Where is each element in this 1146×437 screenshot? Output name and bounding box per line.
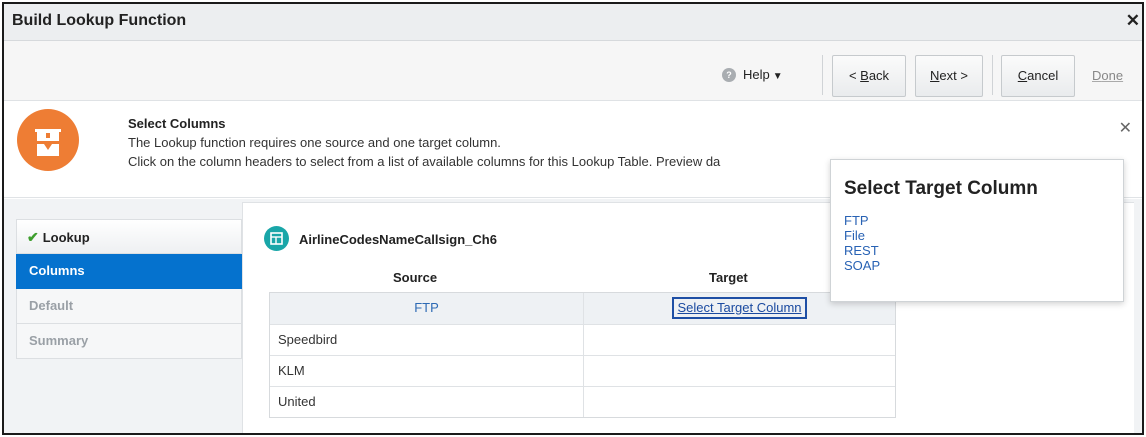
step-label: Lookup: [42, 230, 90, 245]
step-summary[interactable]: Summary: [16, 324, 242, 359]
target-cell: [583, 387, 895, 417]
option-rest[interactable]: REST: [844, 243, 880, 258]
source-column-selector[interactable]: FTP: [270, 293, 583, 324]
graduate-badge-icon: [17, 109, 79, 171]
help-icon: ?: [722, 68, 736, 82]
target-column-options: FTP File REST SOAP: [844, 213, 880, 273]
table-row: United: [270, 386, 895, 417]
option-ftp[interactable]: FTP: [844, 213, 880, 228]
table-row: Speedbird: [270, 324, 895, 355]
dialog-close-icon[interactable]: ✕: [1126, 11, 1140, 31]
checkmark-icon: ✔: [27, 229, 39, 245]
target-column-label: Select Target Column: [672, 297, 807, 319]
source-cell: United: [278, 394, 316, 409]
done-rest: one: [1101, 68, 1124, 83]
source-column-heading: Source: [393, 270, 438, 285]
help-label: Help: [743, 67, 770, 82]
source-cell: KLM: [278, 363, 305, 378]
next-accel: N: [930, 68, 940, 83]
step-label: Columns: [29, 263, 85, 278]
info-close-icon[interactable]: ✕: [1119, 118, 1132, 138]
build-lookup-dialog: Build Lookup Function ✕ ? Help ▼ < Back N…: [2, 2, 1144, 435]
back-accel: B: [860, 68, 869, 83]
wizard-toolbar: ? Help ▼ < Back Next > Cancel Done: [4, 41, 1142, 101]
cancel-rest: ancel: [1027, 68, 1059, 83]
back-button[interactable]: < Back: [832, 55, 906, 97]
table-row: KLM: [270, 355, 895, 386]
source-column-label: FTP: [414, 300, 439, 315]
caret-down-icon: ▼: [772, 71, 783, 82]
step-columns[interactable]: Columns: [16, 254, 242, 289]
next-button[interactable]: Next >: [915, 55, 983, 97]
step-lookup[interactable]: ✔ Lookup: [16, 219, 242, 254]
option-soap[interactable]: SOAP: [844, 258, 880, 273]
source-cell: Speedbird: [278, 332, 338, 347]
help-menu-button[interactable]: Help ▼: [743, 67, 783, 82]
popup-title: Select Target Column: [844, 178, 1038, 199]
column-header-row: FTP Select Target Column: [270, 293, 895, 324]
info-text-instructions: Click on the column headers to select fr…: [128, 154, 721, 169]
wizard-steps: ✔ Lookup Columns Default Summary: [16, 219, 242, 359]
step-label: Default: [29, 298, 74, 313]
cancel-button[interactable]: Cancel: [1001, 55, 1075, 97]
info-text-requirement: The Lookup function requires one source …: [128, 135, 501, 150]
target-cell: [583, 325, 895, 355]
lookup-table-name: AirlineCodesNameCallsign_Ch6: [299, 232, 497, 247]
step-label: Summary: [29, 333, 89, 348]
step-default[interactable]: Default: [16, 289, 242, 324]
select-target-column-popup: Select Target Column FTP File REST SOAP: [830, 159, 1124, 302]
table-icon: [264, 226, 289, 251]
lookup-table-grid: FTP Select Target Column Speedbird KLM U…: [269, 292, 896, 418]
target-column-heading: Target: [709, 270, 748, 285]
done-accel: D: [1092, 68, 1102, 83]
dialog-titlebar: Build Lookup Function ✕: [4, 4, 1142, 41]
next-rest: ext >: [939, 68, 968, 83]
back-prefix: <: [848, 68, 861, 83]
toolbar-divider: [992, 55, 993, 95]
cancel-accel: C: [1017, 68, 1028, 83]
done-button[interactable]: Done: [1092, 68, 1123, 83]
dialog-title: Build Lookup Function: [12, 12, 187, 29]
back-rest: ack: [868, 68, 890, 83]
option-file[interactable]: File: [844, 228, 880, 243]
target-cell: [583, 356, 895, 386]
toolbar-divider: [822, 55, 823, 95]
info-title: Select Columns: [128, 116, 226, 131]
